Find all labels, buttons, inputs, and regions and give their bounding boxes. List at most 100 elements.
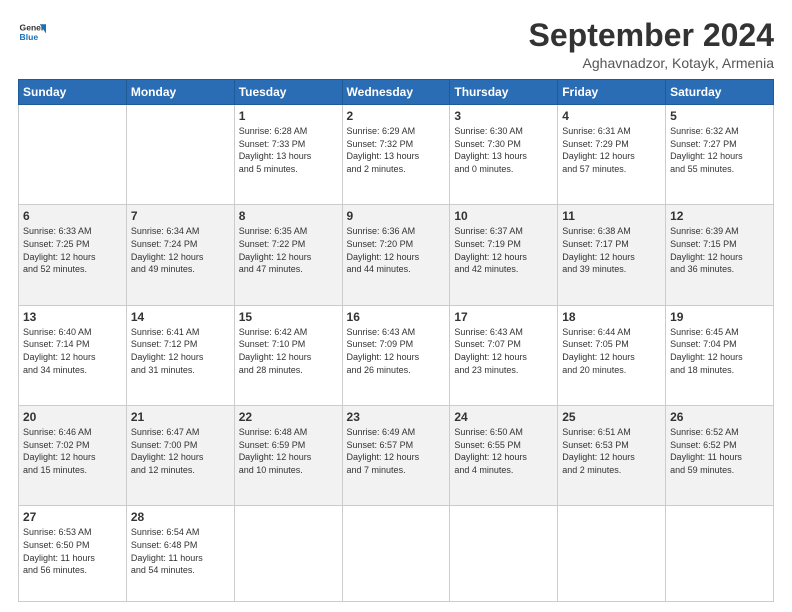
day-info: Sunrise: 6:34 AMSunset: 7:24 PMDaylight:… (131, 225, 230, 275)
calendar-cell: 14 Sunrise: 6:41 AMSunset: 7:12 PMDayligh… (126, 305, 234, 405)
calendar-cell: 4 Sunrise: 6:31 AMSunset: 7:29 PMDaylight… (558, 105, 666, 205)
header-friday: Friday (558, 80, 666, 105)
logo-icon: General Blue (18, 18, 46, 46)
calendar-cell: 13 Sunrise: 6:40 AMSunset: 7:14 PMDayligh… (19, 305, 127, 405)
header-sunday: Sunday (19, 80, 127, 105)
day-number: 26 (670, 410, 769, 424)
day-info: Sunrise: 6:38 AMSunset: 7:17 PMDaylight:… (562, 225, 661, 275)
calendar-cell: 7 Sunrise: 6:34 AMSunset: 7:24 PMDaylight… (126, 205, 234, 305)
day-number: 11 (562, 209, 661, 223)
calendar-cell: 5Sunrise: 6:32 AMSunset: 7:27 PMDaylight… (666, 105, 774, 205)
calendar-cell: 15 Sunrise: 6:42 AMSunset: 7:10 PMDayligh… (234, 305, 342, 405)
day-number: 13 (23, 310, 122, 324)
day-info: Sunrise: 6:49 AMSunset: 6:57 PMDaylight:… (347, 426, 446, 476)
calendar-title: September 2024 (529, 18, 774, 53)
day-number: 18 (562, 310, 661, 324)
header-tuesday: Tuesday (234, 80, 342, 105)
day-info: Sunrise: 6:36 AMSunset: 7:20 PMDaylight:… (347, 225, 446, 275)
day-number: 12 (670, 209, 769, 223)
day-info: Sunrise: 6:41 AMSunset: 7:12 PMDaylight:… (131, 326, 230, 376)
calendar-row-1: 1 Sunrise: 6:28 AMSunset: 7:33 PMDaylight… (19, 105, 774, 205)
calendar-cell: 20Sunrise: 6:46 AMSunset: 7:02 PMDayligh… (19, 406, 127, 506)
day-info: Sunrise: 6:43 AMSunset: 7:09 PMDaylight:… (347, 326, 446, 376)
calendar-cell: 28 Sunrise: 6:54 AMSunset: 6:48 PMDayligh… (126, 506, 234, 602)
day-number: 27 (23, 510, 122, 524)
day-info: Sunrise: 6:50 AMSunset: 6:55 PMDaylight:… (454, 426, 553, 476)
day-info: Sunrise: 6:40 AMSunset: 7:14 PMDaylight:… (23, 326, 122, 376)
day-info: Sunrise: 6:43 AMSunset: 7:07 PMDaylight:… (454, 326, 553, 376)
calendar-cell: 19 Sunrise: 6:45 AMSunset: 7:04 PMDayligh… (666, 305, 774, 405)
day-number: 21 (131, 410, 230, 424)
day-number: 19 (670, 310, 769, 324)
calendar-cell (666, 506, 774, 602)
calendar-table: Sunday Monday Tuesday Wednesday Thursday… (18, 79, 774, 602)
weekday-header-row: Sunday Monday Tuesday Wednesday Thursday… (19, 80, 774, 105)
day-number: 14 (131, 310, 230, 324)
calendar-cell (558, 506, 666, 602)
day-info: Sunrise: 6:33 AMSunset: 7:25 PMDaylight:… (23, 225, 122, 275)
day-number: 25 (562, 410, 661, 424)
day-number: 22 (239, 410, 338, 424)
day-info: Sunrise: 6:51 AMSunset: 6:53 PMDaylight:… (562, 426, 661, 476)
day-info: Sunrise: 6:42 AMSunset: 7:10 PMDaylight:… (239, 326, 338, 376)
day-info: Sunrise: 6:37 AMSunset: 7:19 PMDaylight:… (454, 225, 553, 275)
title-block: September 2024 Aghavnadzor, Kotayk, Arme… (529, 18, 774, 71)
day-number: 24 (454, 410, 553, 424)
calendar-cell: 2Sunrise: 6:29 AMSunset: 7:32 PMDaylight… (342, 105, 450, 205)
day-info: Sunrise: 6:46 AMSunset: 7:02 PMDaylight:… (23, 426, 122, 476)
day-number: 1 (239, 109, 338, 123)
calendar-cell: 18 Sunrise: 6:44 AMSunset: 7:05 PMDayligh… (558, 305, 666, 405)
day-info: Sunrise: 6:47 AMSunset: 7:00 PMDaylight:… (131, 426, 230, 476)
header-wednesday: Wednesday (342, 80, 450, 105)
day-info: Sunrise: 6:35 AMSunset: 7:22 PMDaylight:… (239, 225, 338, 275)
calendar-cell: 24 Sunrise: 6:50 AMSunset: 6:55 PMDayligh… (450, 406, 558, 506)
calendar-cell (19, 105, 127, 205)
calendar-cell (126, 105, 234, 205)
calendar-cell (342, 506, 450, 602)
calendar-row-3: 13 Sunrise: 6:40 AMSunset: 7:14 PMDayligh… (19, 305, 774, 405)
day-number: 7 (131, 209, 230, 223)
calendar-cell: 10 Sunrise: 6:37 AMSunset: 7:19 PMDayligh… (450, 205, 558, 305)
day-number: 6 (23, 209, 122, 223)
calendar-cell: 16 Sunrise: 6:43 AMSunset: 7:09 PMDayligh… (342, 305, 450, 405)
header: General Blue September 2024 Aghavnadzor,… (18, 18, 774, 71)
page: General Blue September 2024 Aghavnadzor,… (0, 0, 792, 612)
day-number: 5 (670, 109, 769, 123)
calendar-cell: 25 Sunrise: 6:51 AMSunset: 6:53 PMDayligh… (558, 406, 666, 506)
day-number: 16 (347, 310, 446, 324)
calendar-cell: 8 Sunrise: 6:35 AMSunset: 7:22 PMDaylight… (234, 205, 342, 305)
day-number: 4 (562, 109, 661, 123)
calendar-subtitle: Aghavnadzor, Kotayk, Armenia (529, 55, 774, 71)
day-number: 23 (347, 410, 446, 424)
calendar-row-5: 27 Sunrise: 6:53 AMSunset: 6:50 PMDayligh… (19, 506, 774, 602)
calendar-cell: 1 Sunrise: 6:28 AMSunset: 7:33 PMDaylight… (234, 105, 342, 205)
calendar-cell: 21 Sunrise: 6:47 AMSunset: 7:00 PMDayligh… (126, 406, 234, 506)
calendar-cell (450, 506, 558, 602)
day-info: Sunrise: 6:48 AMSunset: 6:59 PMDaylight:… (239, 426, 338, 476)
calendar-cell: 6 Sunrise: 6:33 AMSunset: 7:25 PMDaylight… (19, 205, 127, 305)
day-info: Sunrise: 6:52 AMSunset: 6:52 PMDaylight:… (670, 426, 769, 476)
calendar-row-2: 6 Sunrise: 6:33 AMSunset: 7:25 PMDaylight… (19, 205, 774, 305)
svg-text:Blue: Blue (20, 32, 39, 42)
header-thursday: Thursday (450, 80, 558, 105)
day-info: Sunrise: 6:30 AMSunset: 7:30 PMDaylight:… (454, 125, 553, 175)
day-number: 28 (131, 510, 230, 524)
calendar-cell: 26 Sunrise: 6:52 AMSunset: 6:52 PMDayligh… (666, 406, 774, 506)
calendar-row-4: 20Sunrise: 6:46 AMSunset: 7:02 PMDayligh… (19, 406, 774, 506)
calendar-cell: 27 Sunrise: 6:53 AMSunset: 6:50 PMDayligh… (19, 506, 127, 602)
calendar-cell: 12Sunrise: 6:39 AMSunset: 7:15 PMDayligh… (666, 205, 774, 305)
logo: General Blue (18, 18, 46, 46)
day-info: Sunrise: 6:31 AMSunset: 7:29 PMDaylight:… (562, 125, 661, 175)
day-number: 10 (454, 209, 553, 223)
day-number: 3 (454, 109, 553, 123)
day-info: Sunrise: 6:45 AMSunset: 7:04 PMDaylight:… (670, 326, 769, 376)
day-info: Sunrise: 6:53 AMSunset: 6:50 PMDaylight:… (23, 526, 122, 576)
calendar-cell: 22 Sunrise: 6:48 AMSunset: 6:59 PMDayligh… (234, 406, 342, 506)
calendar-cell: 9Sunrise: 6:36 AMSunset: 7:20 PMDaylight… (342, 205, 450, 305)
day-info: Sunrise: 6:28 AMSunset: 7:33 PMDaylight:… (239, 125, 338, 175)
day-info: Sunrise: 6:44 AMSunset: 7:05 PMDaylight:… (562, 326, 661, 376)
day-number: 15 (239, 310, 338, 324)
header-monday: Monday (126, 80, 234, 105)
day-number: 8 (239, 209, 338, 223)
day-info: Sunrise: 6:54 AMSunset: 6:48 PMDaylight:… (131, 526, 230, 576)
